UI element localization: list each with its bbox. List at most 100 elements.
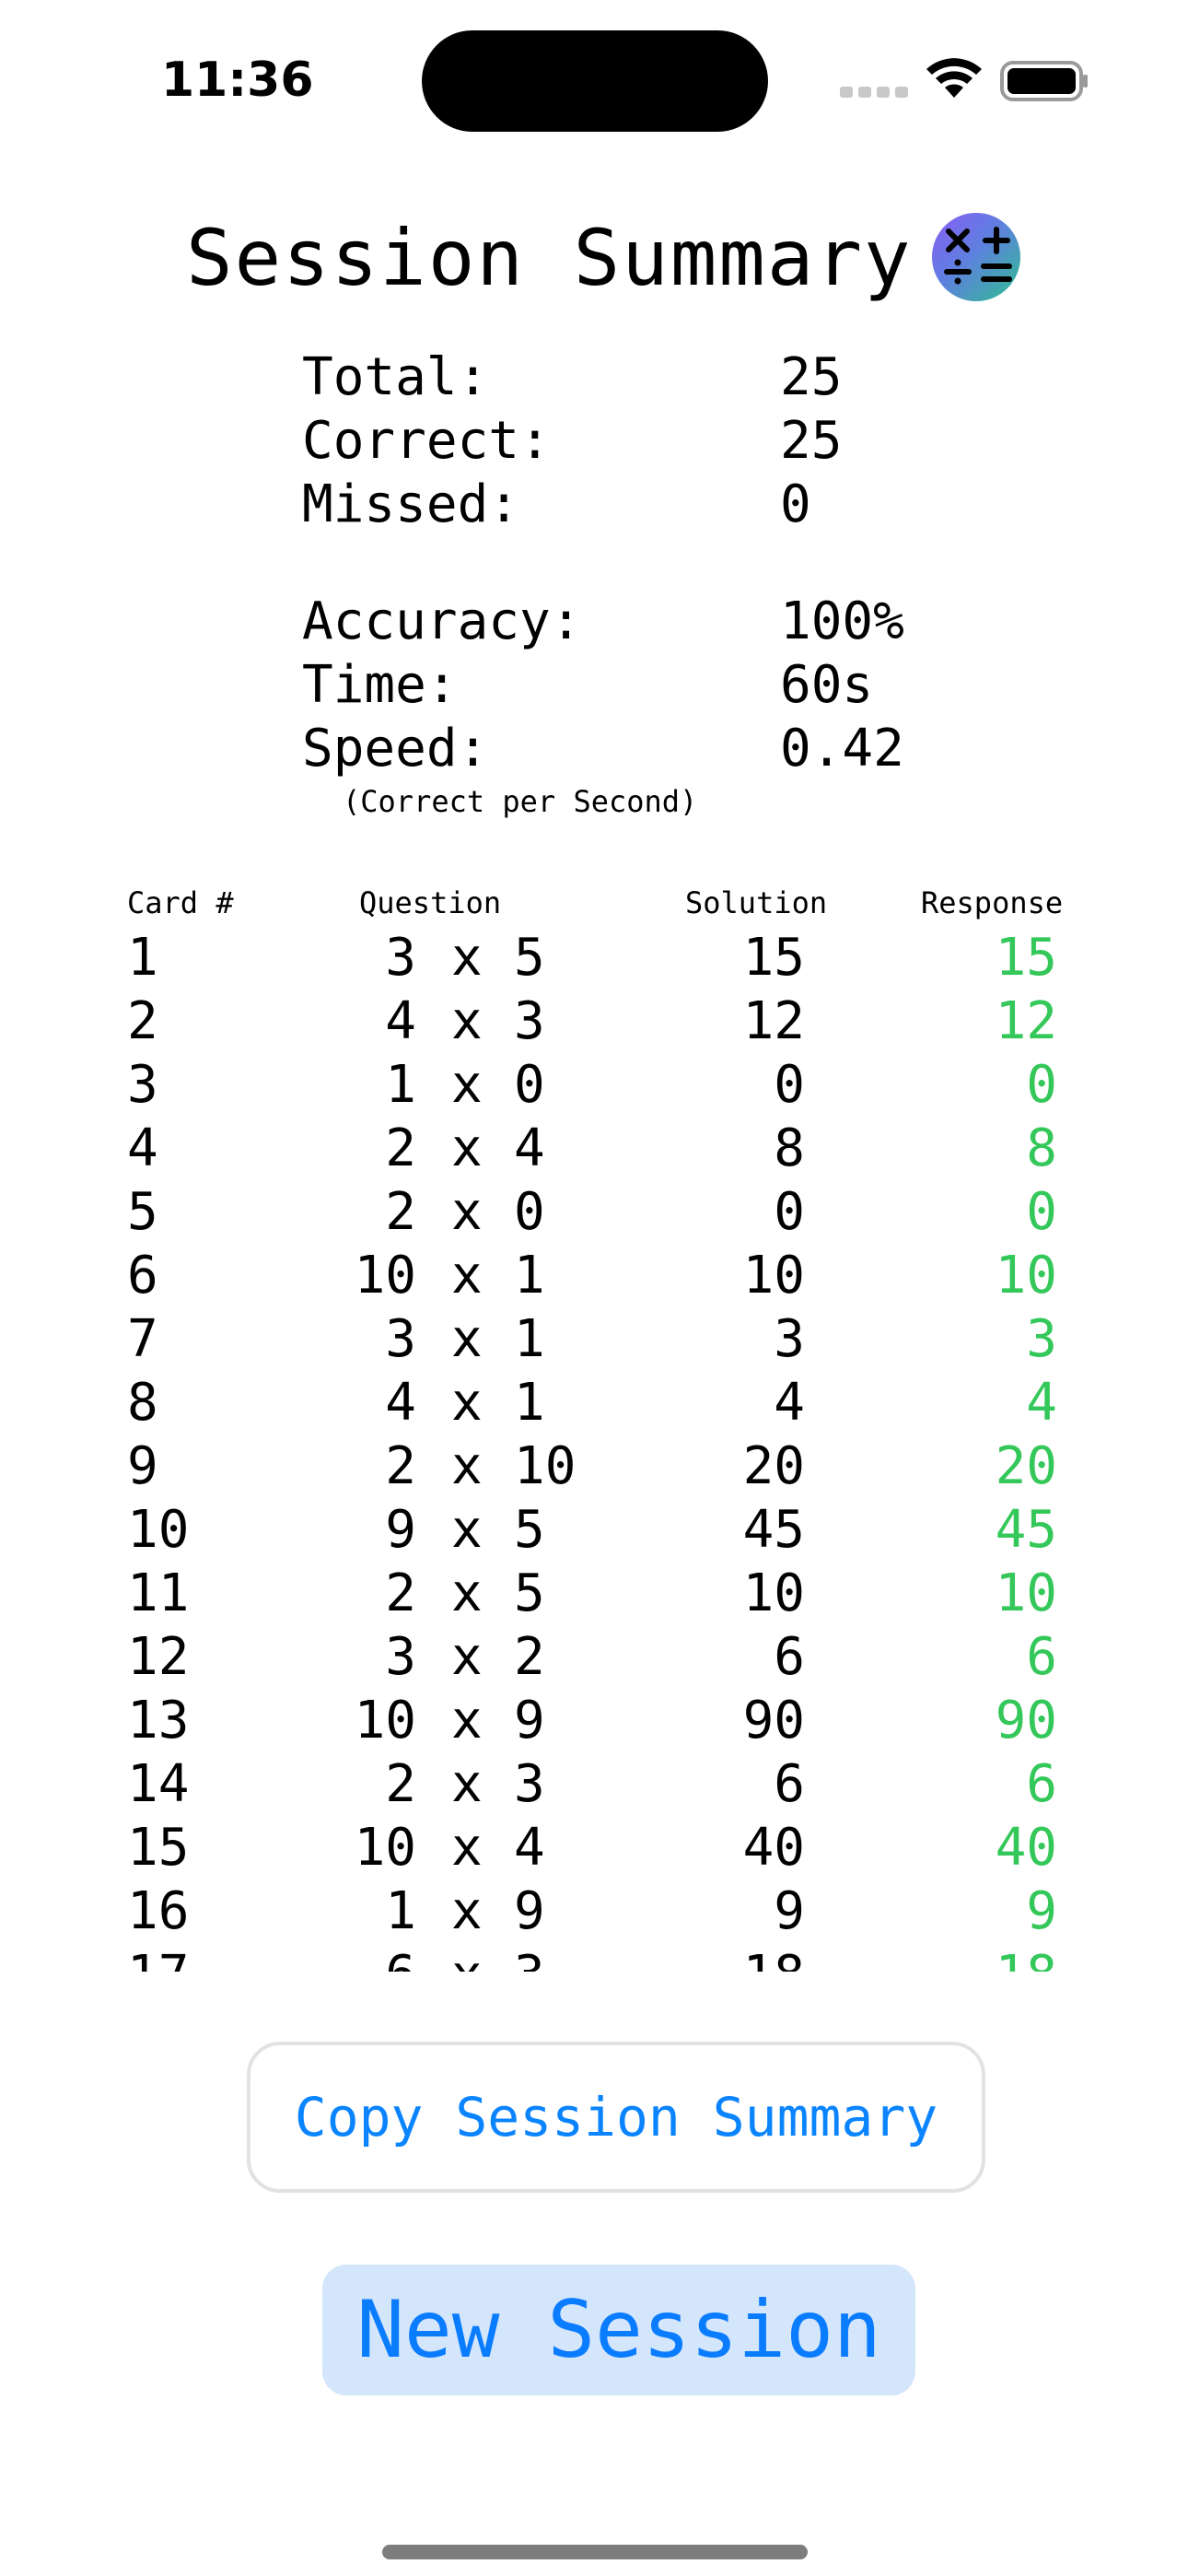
- response-value: 6: [1026, 1754, 1057, 1814]
- question-operand-a: 1: [385, 1055, 416, 1115]
- header: Session Summary: [0, 203, 1188, 313]
- copy-session-summary-button[interactable]: Copy Session Summary: [247, 2042, 985, 2193]
- solution-value: 40: [742, 1818, 805, 1878]
- question-operand-a: 2: [385, 1754, 416, 1814]
- table-row: 6 10 x 1 10 10: [0, 1244, 1188, 1307]
- card-number: 1: [127, 928, 158, 988]
- question-operand-a: 4: [385, 991, 416, 1051]
- column-header-card: Card #: [127, 885, 234, 920]
- status-time: 11:36: [161, 53, 314, 108]
- speed-note: (Correct per Second): [343, 784, 698, 819]
- question-operand-b: 5: [514, 1563, 545, 1623]
- solution-value: 6: [774, 1754, 805, 1814]
- solution-value: 9: [774, 1881, 805, 1941]
- solution-value: 4: [774, 1373, 805, 1433]
- question-operand-b: 9: [514, 1881, 545, 1941]
- question-operator: x: [451, 1754, 483, 1814]
- table-rows: 1 3 x 5 15 15 2 4 x 3 12 12 3 1 x 0 0 0 4 2 x 4 8 8 5 2 x 0 0 0 6 10 x 1 1…: [0, 926, 1188, 1972]
- results-table[interactable]: Card # Question Solution Response 1 3 x 5 15…: [0, 880, 1188, 1972]
- card-number: 4: [127, 1118, 158, 1178]
- solution-value: 8: [774, 1118, 805, 1178]
- question-operator: x: [451, 1500, 483, 1560]
- response-value: 0: [1026, 1182, 1057, 1242]
- question-operand-b: 10: [514, 1436, 577, 1496]
- stat-label: Accuracy:: [302, 591, 582, 651]
- question-operator: x: [451, 991, 483, 1051]
- card-number: 11: [127, 1563, 190, 1623]
- table-row: 15 10 x 4 40 40: [0, 1816, 1188, 1879]
- stat-label: Missed:: [302, 474, 520, 534]
- response-value: 0: [1026, 1055, 1057, 1115]
- card-number: 15: [127, 1818, 190, 1878]
- column-header-response: Response: [921, 885, 1064, 920]
- stat-label: Correct:: [302, 411, 551, 471]
- question-operand-b: 9: [514, 1691, 545, 1751]
- table-row: 10 9 x 5 45 45: [0, 1498, 1188, 1562]
- stat-speed: Speed: 0.42: [302, 717, 947, 781]
- response-value: 8: [1026, 1118, 1057, 1178]
- question-operand-b: 0: [514, 1055, 545, 1115]
- status-icons: [840, 57, 1089, 103]
- question-operand-a: 6: [385, 1943, 416, 1972]
- card-number: 3: [127, 1055, 158, 1115]
- question-operand-b: 3: [514, 1754, 545, 1814]
- card-number: 14: [127, 1754, 190, 1814]
- solution-value: 6: [774, 1627, 805, 1687]
- response-value: 12: [995, 991, 1057, 1051]
- card-number: 9: [127, 1436, 158, 1496]
- page-title: Session Summary: [186, 213, 913, 303]
- response-value: 3: [1026, 1309, 1057, 1369]
- wifi-icon: [926, 58, 982, 98]
- question-operand-b: 4: [514, 1818, 545, 1878]
- stat-missed: Missed: 0: [302, 473, 947, 537]
- question-operator: x: [451, 1627, 483, 1687]
- question-operator: x: [451, 1881, 483, 1941]
- new-session-button[interactable]: New Session: [322, 2265, 915, 2395]
- question-operand-a: 2: [385, 1436, 416, 1496]
- card-number: 7: [127, 1309, 158, 1369]
- question-operand-a: 10: [354, 1691, 416, 1751]
- stat-value: 60s: [780, 655, 874, 715]
- table-row: 11 2 x 5 10 10: [0, 1562, 1188, 1625]
- question-operand-b: 4: [514, 1118, 545, 1178]
- question-operand-a: 3: [385, 1627, 416, 1687]
- question-operand-b: 5: [514, 928, 545, 988]
- column-header-solution: Solution: [685, 885, 828, 920]
- question-operand-a: 9: [385, 1500, 416, 1560]
- signal-icon: [840, 87, 908, 98]
- response-value: 10: [995, 1563, 1057, 1623]
- question-operator: x: [451, 1373, 483, 1433]
- table-row: 13 10 x 9 90 90: [0, 1689, 1188, 1752]
- card-number: 8: [127, 1373, 158, 1433]
- card-number: 17: [127, 1943, 189, 1972]
- stat-value: 25: [780, 347, 843, 407]
- solution-value: 12: [742, 991, 805, 1051]
- dynamic-island: [422, 30, 768, 132]
- response-value: 10: [995, 1246, 1057, 1306]
- math-operators-icon: [932, 213, 1020, 301]
- solution-value: 45: [742, 1500, 805, 1560]
- table-row: 73x133: [0, 1307, 1188, 1371]
- response-value: 15: [995, 928, 1057, 988]
- question-operator: x: [451, 1563, 483, 1623]
- question-operator: x: [451, 1182, 483, 1242]
- table-row: 17 6 x 3 18 18: [0, 1943, 1188, 1972]
- table-row: 16 1 x 9 9 9: [0, 1879, 1188, 1943]
- table-row: 12 3 x 2 6 6: [0, 1625, 1188, 1689]
- card-number: 12: [127, 1627, 190, 1687]
- question-operand-a: 10: [354, 1818, 416, 1878]
- question-operand-b: 1: [514, 1309, 545, 1369]
- question-operand-a: 2: [385, 1118, 416, 1178]
- response-value: 18: [996, 1943, 1057, 1972]
- stat-value: 0.42: [780, 719, 904, 779]
- question-operator: x: [451, 1055, 483, 1115]
- table-row: 14 2 x 3 6 6: [0, 1752, 1188, 1816]
- response-value: 6: [1026, 1627, 1057, 1687]
- question-operator: x: [451, 1436, 483, 1496]
- stat-total: Total: 25: [302, 345, 947, 410]
- battery-icon: [1000, 61, 1088, 101]
- question-operand-b: 2: [514, 1627, 545, 1687]
- stat-label: Time:: [302, 655, 458, 715]
- table-row: 2 4 x 3 12 12: [0, 989, 1188, 1053]
- table-row: 31x000: [0, 1053, 1188, 1117]
